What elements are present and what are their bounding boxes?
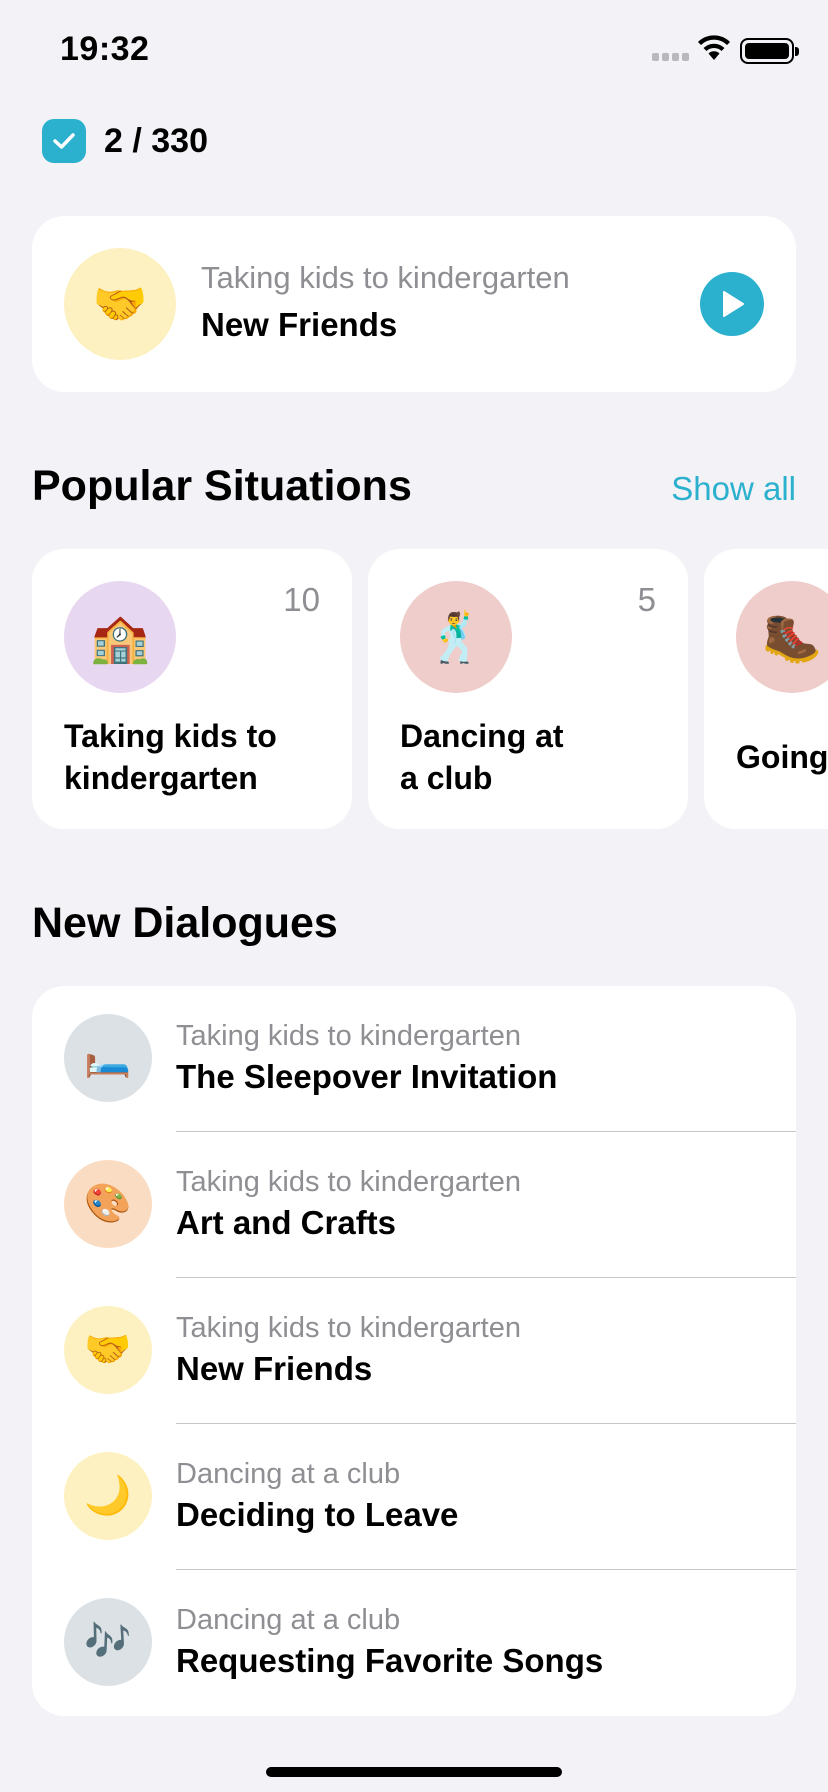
list-item[interactable]: 🤝 Taking kids to kindergarten New Friend… [32,1278,796,1424]
dialogue-title: Art and Crafts [176,1204,397,1241]
dialogue-title: Deciding to Leave [176,1496,459,1533]
dialogue-situation: Dancing at a club [176,1458,401,1490]
situation-title: Going [736,739,828,775]
status-bar: 19:32 [0,0,828,100]
home-indicator[interactable] [266,1767,562,1777]
progress-count: 2 / 330 [104,121,208,160]
dialogue-title: The Sleepover Invitation [176,1058,558,1095]
wifi-icon [698,35,730,60]
popular-situations-carousel[interactable]: 🏫 10 Taking kids to kindergarten 🕺 5 Dan… [32,549,828,829]
battery-icon [740,38,799,64]
dialogue-situation: Taking kids to kindergarten [176,1020,521,1052]
dialogue-title: New Friends [176,1350,373,1387]
cellular-signal-icon [652,53,692,63]
play-icon [723,291,744,317]
dialogue-situation: Taking kids to kindergarten [176,1312,521,1344]
new-dialogues-list: 🛏️ Taking kids to kindergarten The Sleep… [32,986,796,1716]
hiking-boot-icon: 🥾 [736,581,828,693]
situation-card-dancing[interactable]: 🕺 5 Dancing at a club [368,549,688,829]
dialogue-title: Requesting Favorite Songs [176,1642,604,1679]
dialogue-situation: Taking kids to kindergarten [176,1166,521,1198]
dialogue-situation: Dancing at a club [176,1604,401,1636]
status-time: 19:32 [60,30,150,68]
list-item[interactable]: 🛏️ Taking kids to kindergarten The Sleep… [32,986,796,1132]
handshake-icon: 🤝 [64,248,176,360]
situation-count: 10 [283,581,320,618]
moon-icon: 🌙 [64,1452,152,1540]
situation-card-going[interactable]: 🥾 Going [704,549,828,829]
situation-title: Dancing at a club [400,718,564,796]
situation-title: Taking kids to kindergarten [64,718,277,796]
palette-icon: 🎨 [64,1160,152,1248]
school-icon: 🏫 [64,581,176,693]
new-dialogues-heading: New Dialogues [32,899,338,947]
progress-indicator[interactable]: 2 / 330 [42,118,208,164]
checkmark-icon [42,119,86,163]
situation-card-kindergarten[interactable]: 🏫 10 Taking kids to kindergarten [32,549,352,829]
continue-dialogue-title: New Friends [201,306,398,343]
popular-situations-heading: Popular Situations [32,462,412,510]
music-notes-icon: 🎶 [64,1598,152,1686]
situation-count: 5 [637,581,656,618]
bed-icon: 🛏️ [64,1014,152,1102]
continue-situation-label: Taking kids to kindergarten [201,260,570,295]
list-item[interactable]: 🎶 Dancing at a club Requesting Favorite … [32,1570,796,1716]
dancer-icon: 🕺 [400,581,512,693]
handshake-icon: 🤝 [64,1306,152,1394]
show-all-link[interactable]: Show all [671,470,796,508]
list-item[interactable]: 🌙 Dancing at a club Deciding to Leave [32,1424,796,1570]
list-item[interactable]: 🎨 Taking kids to kindergarten Art and Cr… [32,1132,796,1278]
continue-dialogue-card[interactable]: 🤝 Taking kids to kindergarten New Friend… [32,216,796,392]
home-screen: 19:32 2 / 330 🤝 Taking kids to kindergar… [0,0,828,1792]
play-button[interactable] [700,272,764,336]
